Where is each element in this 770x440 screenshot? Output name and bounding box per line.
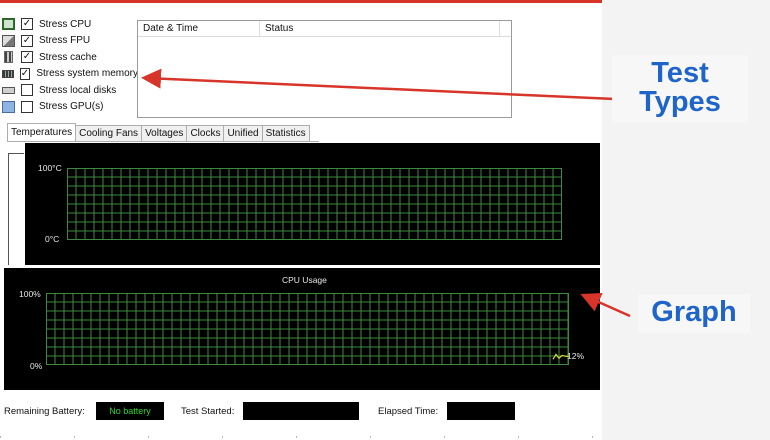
test-types-callout-line1: Test	[651, 57, 709, 89]
graph-arrow	[580, 292, 631, 318]
test-types-callout-line2: Types	[639, 86, 721, 118]
test-types-callout: Test Types	[612, 55, 748, 123]
graph-callout: Graph	[638, 294, 750, 333]
test-types-arrow	[141, 68, 616, 101]
